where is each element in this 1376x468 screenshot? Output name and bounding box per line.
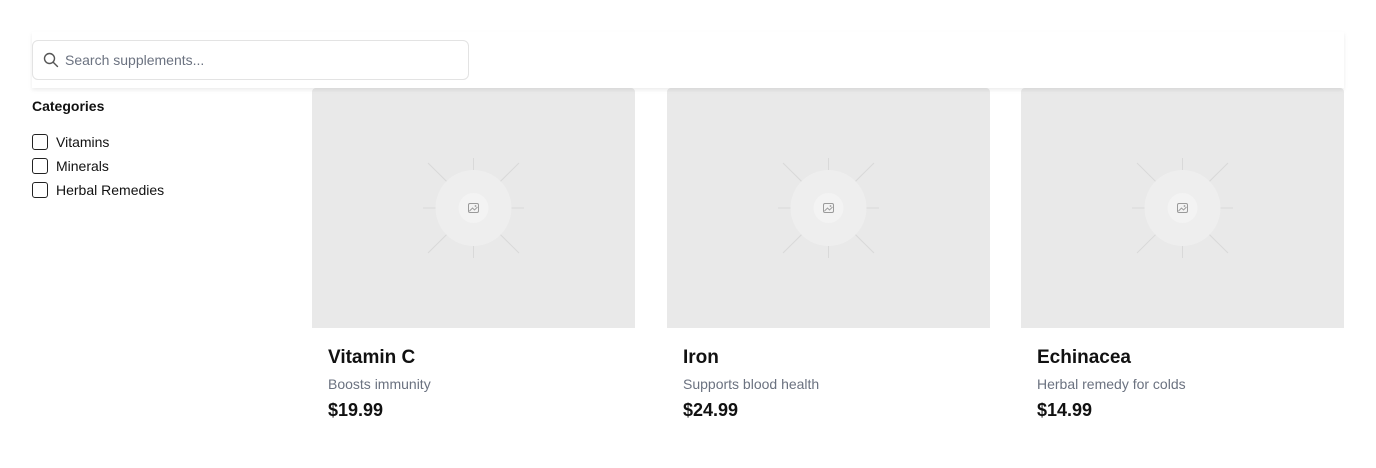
image-placeholder-icon: [423, 158, 524, 258]
product-image[interactable]: [667, 88, 990, 328]
product-card[interactable]: Vitamin C Boosts immunity $19.99: [312, 88, 635, 422]
product-image[interactable]: [312, 88, 635, 328]
image-placeholder-icon: [778, 158, 879, 258]
category-vitamins[interactable]: Vitamins: [32, 130, 282, 154]
product-info: Echinacea Herbal remedy for colds $14.99: [1021, 328, 1344, 422]
product-info: Iron Supports blood health $24.99: [667, 328, 990, 422]
product-name[interactable]: Vitamin C: [328, 346, 619, 370]
checkbox[interactable]: [32, 134, 48, 150]
filter-sidebar: Categories Vitamins Minerals Herbal Reme…: [32, 96, 282, 202]
product-description: Supports blood health: [683, 376, 820, 392]
product-name[interactable]: Iron: [683, 346, 974, 370]
category-label: Herbal Remedies: [56, 182, 165, 198]
product-price: $24.99: [683, 400, 739, 420]
product-description: Herbal remedy for colds: [1037, 376, 1186, 392]
search-box[interactable]: [32, 40, 469, 80]
product-info: Vitamin C Boosts immunity $19.99: [312, 328, 635, 422]
product-card[interactable]: Echinacea Herbal remedy for colds $14.99: [1021, 88, 1344, 422]
category-list: Vitamins Minerals Herbal Remedies: [32, 130, 282, 202]
checkbox[interactable]: [32, 158, 48, 174]
search-icon: [43, 52, 59, 68]
product-image[interactable]: [1021, 88, 1344, 328]
image-placeholder-icon: [1132, 158, 1233, 258]
product-card[interactable]: Iron Supports blood health $24.99: [667, 88, 990, 422]
checkbox[interactable]: [32, 182, 48, 198]
product-name[interactable]: Echinacea: [1037, 346, 1328, 370]
product-price: $19.99: [328, 400, 384, 420]
product-description: Boosts immunity: [328, 376, 431, 392]
category-minerals[interactable]: Minerals: [32, 154, 282, 178]
product-price: $14.99: [1037, 400, 1093, 420]
categories-heading: Categories: [32, 98, 105, 114]
category-herbal-remedies[interactable]: Herbal Remedies: [32, 178, 282, 202]
search-input[interactable]: [33, 41, 468, 79]
category-label: Vitamins: [56, 134, 110, 150]
category-label: Minerals: [56, 158, 109, 174]
